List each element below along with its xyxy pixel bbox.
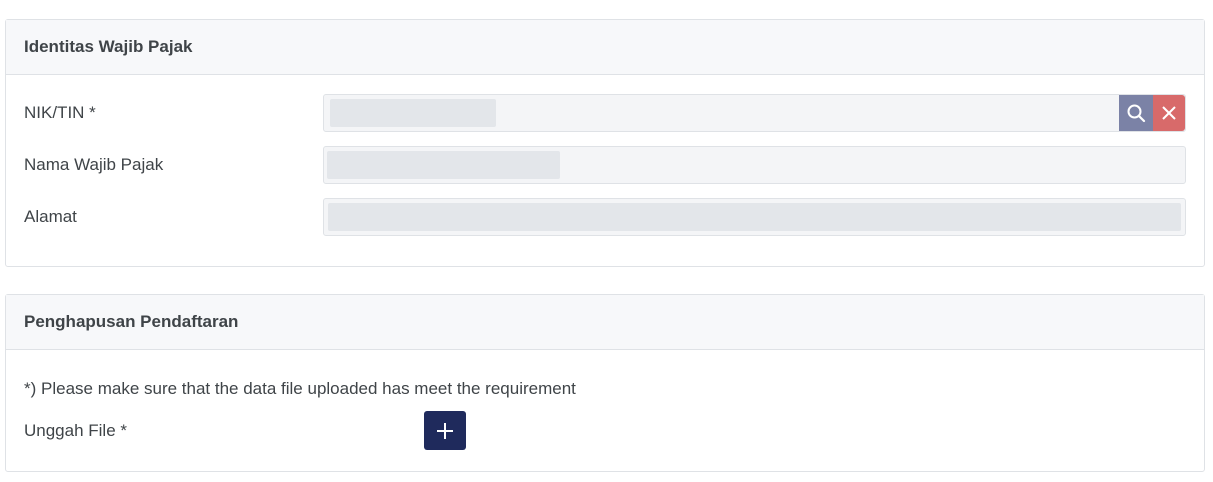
- close-icon: [1162, 106, 1176, 120]
- plus-icon: [437, 422, 453, 439]
- clear-button[interactable]: [1153, 95, 1185, 131]
- name-redacted-value: [327, 151, 560, 179]
- search-icon: [1127, 104, 1146, 123]
- nik-label: NIK/TIN *: [24, 103, 96, 122]
- address-redacted-value: [328, 203, 1181, 231]
- add-file-button[interactable]: [424, 411, 466, 450]
- removal-card-title: Penghapusan Pendaftaran: [6, 295, 1204, 350]
- nik-field[interactable]: [323, 94, 1186, 132]
- name-field[interactable]: [323, 146, 1186, 184]
- nik-redacted-value: [330, 99, 496, 127]
- identity-card-title: Identitas Wajib Pajak: [6, 20, 1204, 75]
- nik-row: NIK/TIN *: [24, 94, 1186, 132]
- search-button[interactable]: [1119, 95, 1153, 131]
- requirement-note: *) Please make sure that the data file u…: [24, 379, 576, 398]
- address-label: Alamat: [24, 207, 77, 226]
- upload-label: Unggah File *: [24, 421, 128, 440]
- address-field[interactable]: [323, 198, 1186, 236]
- address-row: Alamat: [24, 198, 1186, 236]
- name-row: Nama Wajib Pajak: [24, 146, 1186, 184]
- name-label: Nama Wajib Pajak: [24, 155, 164, 174]
- identity-card: Identitas Wajib Pajak NIK/TIN * Nama Waj…: [5, 19, 1205, 267]
- removal-card: Penghapusan Pendaftaran *) Please make s…: [5, 294, 1205, 472]
